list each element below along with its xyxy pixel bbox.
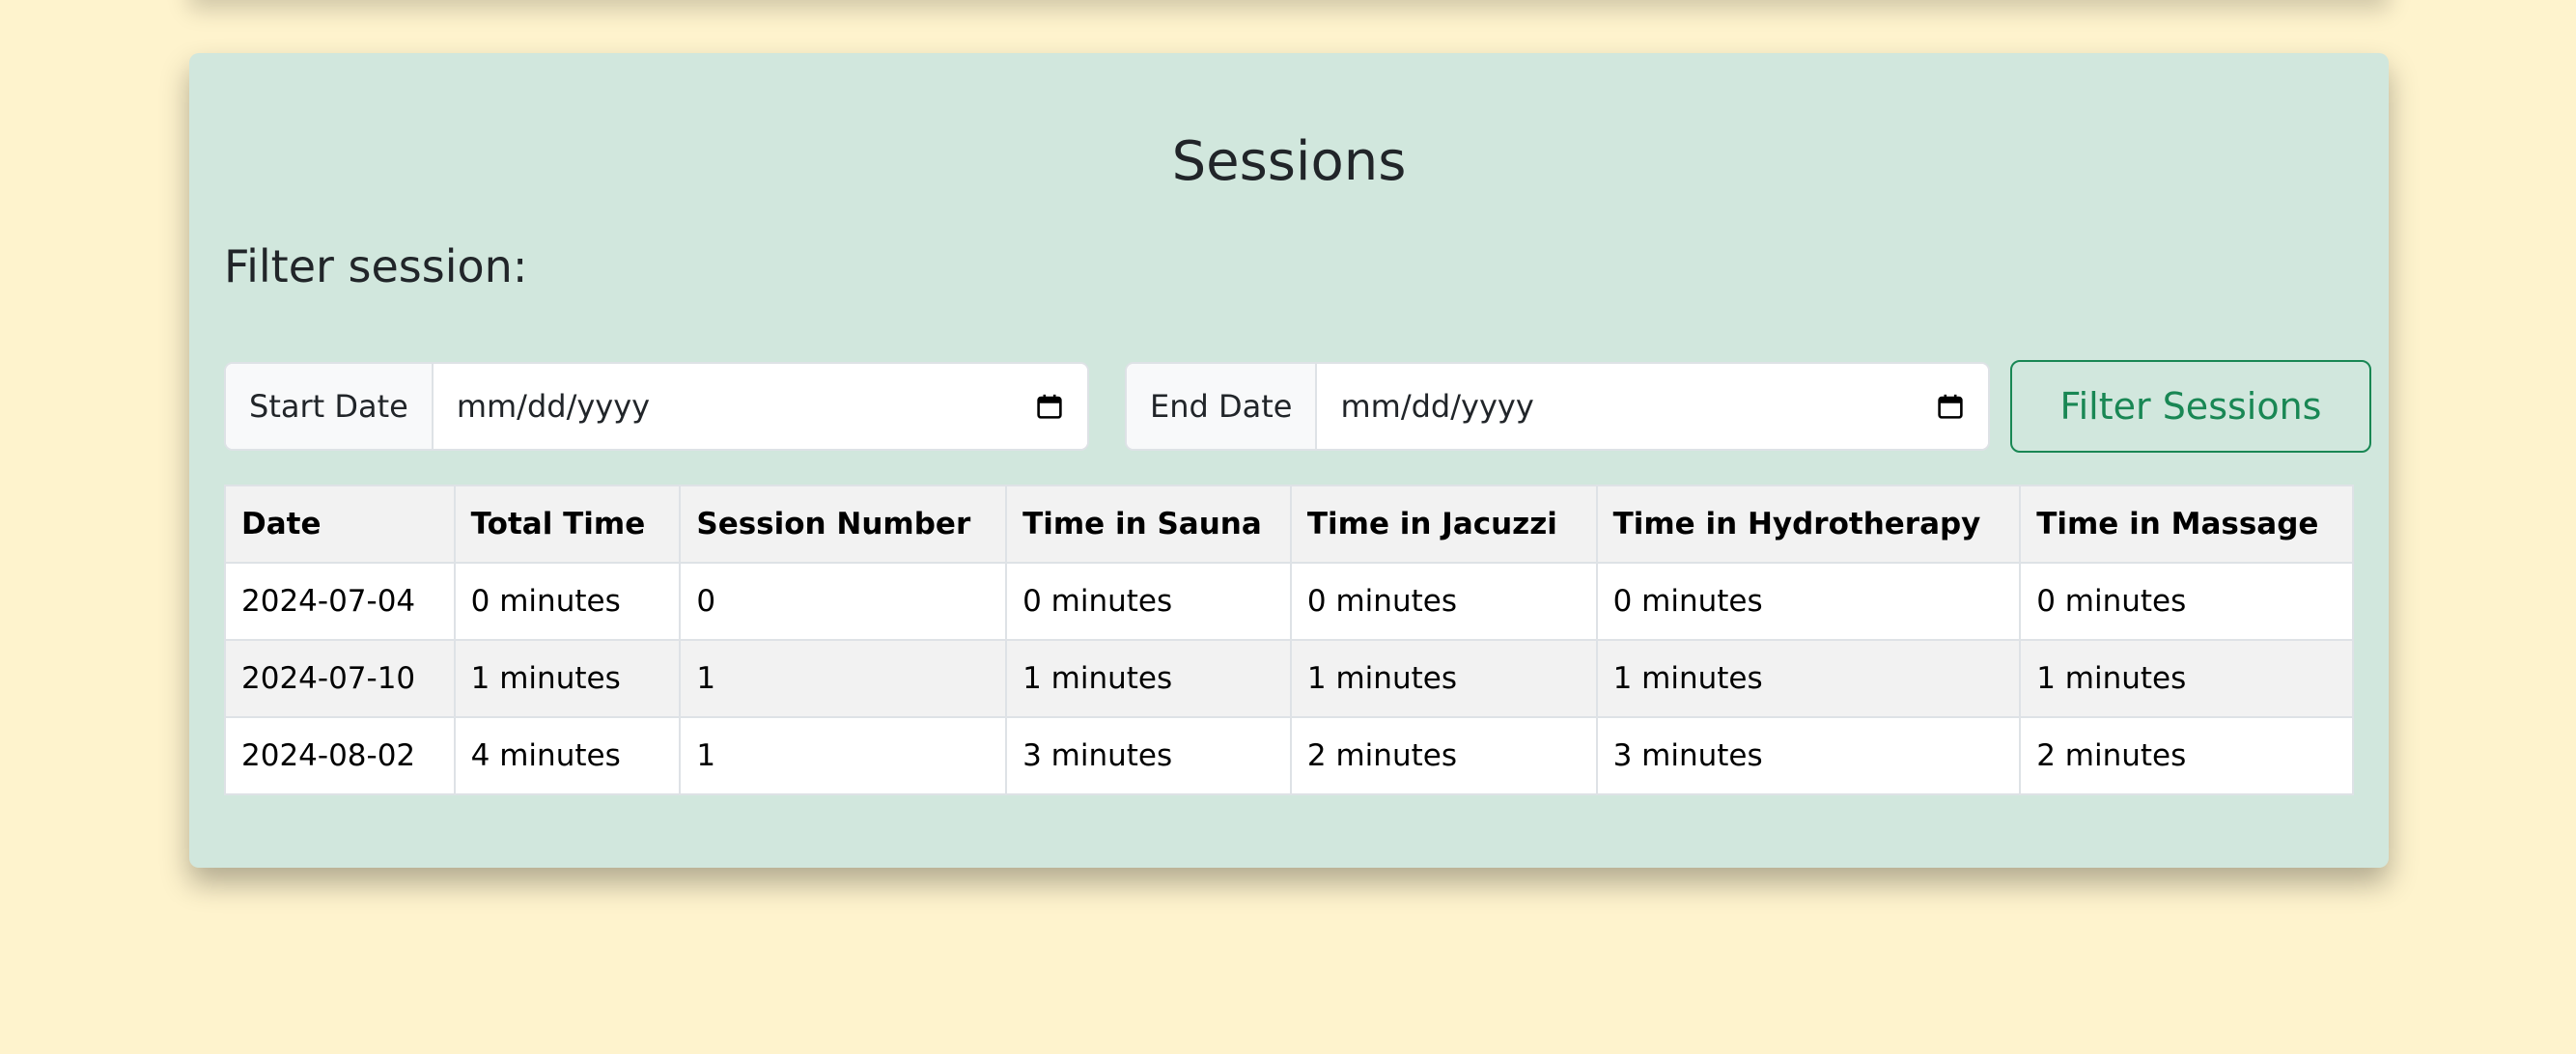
filter-heading: Filter session: [224, 240, 528, 292]
table-cell: 1 minutes [2019, 639, 2354, 718]
end-date-placeholder: mm/dd/yyyy [1340, 388, 1534, 425]
end-date-input[interactable]: mm/dd/yyyy [1317, 364, 1988, 449]
table-cell: 1 [679, 716, 1008, 795]
calendar-icon[interactable] [1037, 394, 1062, 419]
table-cell: 1 minutes [1005, 639, 1292, 718]
table-cell: 2024-07-10 [224, 639, 456, 718]
table-cell: 2024-07-04 [224, 562, 456, 641]
table-row: 2024-07-10 1 minutes 1 1 minutes 1 minut… [224, 639, 2354, 718]
start-date-label: Start Date [226, 364, 434, 449]
table-cell: 4 minutes [453, 716, 682, 795]
table-cell: 0 minutes [453, 562, 682, 641]
table-cell: 1 minutes [1595, 639, 2022, 718]
filter-sessions-button[interactable]: Filter Sessions [2010, 360, 2371, 453]
table-cell: 0 minutes [1595, 562, 2022, 641]
table-header-row: Date Total Time Session Number Time in S… [224, 485, 2354, 564]
column-header-total-time: Total Time [453, 485, 682, 564]
table-cell: 3 minutes [1005, 716, 1292, 795]
sessions-card: Sessions Filter session: Start Date mm/d… [189, 53, 2389, 868]
page-title: Sessions [1171, 130, 1407, 193]
column-header-date: Date [224, 485, 456, 564]
table-cell: 2 minutes [1289, 716, 1598, 795]
column-header-time-in-sauna: Time in Sauna [1005, 485, 1292, 564]
table-cell: 0 minutes [1005, 562, 1292, 641]
table-cell: 3 minutes [1595, 716, 2022, 795]
calendar-icon[interactable] [1938, 394, 1963, 419]
table-row: 2024-08-02 4 minutes 1 3 minutes 2 minut… [224, 716, 2354, 795]
table-cell: 0 [679, 562, 1008, 641]
table-cell: 1 minutes [1289, 639, 1598, 718]
end-date-label: End Date [1127, 364, 1318, 449]
table-cell: 1 minutes [453, 639, 682, 718]
start-date-placeholder: mm/dd/yyyy [456, 388, 651, 425]
start-date-input[interactable]: mm/dd/yyyy [433, 364, 1087, 449]
table-cell: 2 minutes [2019, 716, 2354, 795]
table-cell: 2024-08-02 [224, 716, 456, 795]
sessions-table: Date Total Time Session Number Time in S… [224, 485, 2354, 795]
column-header-time-in-massage: Time in Massage [2019, 485, 2354, 564]
column-header-session-number: Session Number [679, 485, 1008, 564]
table-cell: 0 minutes [1289, 562, 1598, 641]
column-header-time-in-hydrotherapy: Time in Hydrotherapy [1595, 485, 2022, 564]
table-cell: 0 minutes [2019, 562, 2354, 641]
table-cell: 1 [679, 639, 1008, 718]
table-row: 2024-07-04 0 minutes 0 0 minutes 0 minut… [224, 562, 2354, 641]
column-header-time-in-jacuzzi: Time in Jacuzzi [1289, 485, 1598, 564]
start-date-group: Start Date mm/dd/yyyy [224, 362, 1089, 451]
end-date-group: End Date mm/dd/yyyy [1125, 362, 1990, 451]
